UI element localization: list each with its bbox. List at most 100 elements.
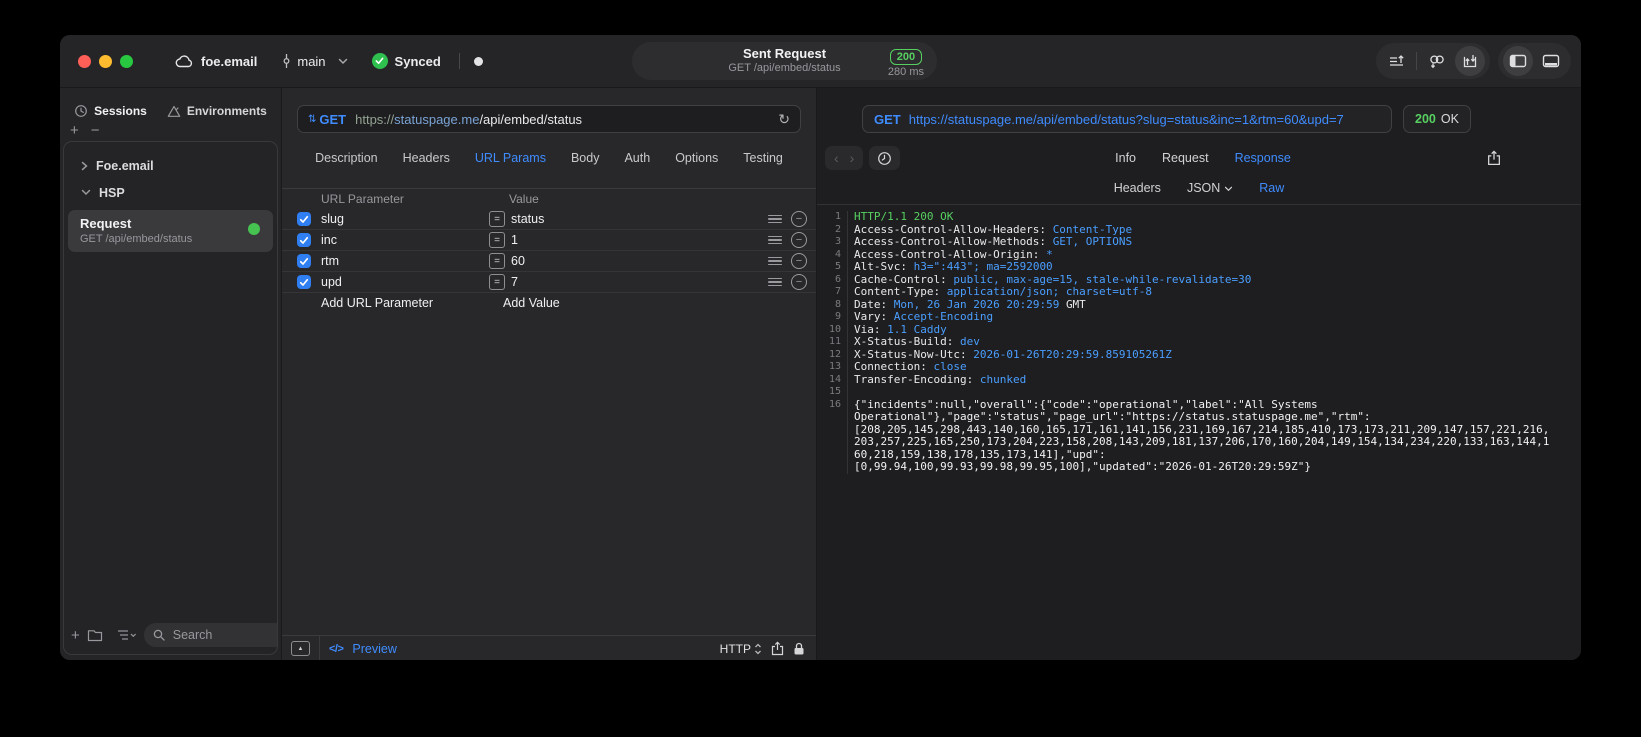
request-tab-headers[interactable]: Headers — [403, 151, 450, 167]
requests-list-icon — [1389, 54, 1404, 66]
sent-request-subtitle: GET /api/embed/status — [728, 62, 841, 75]
remove-row-icon[interactable]: − — [791, 274, 807, 290]
sent-url-box[interactable]: GET https://statuspage.me/api/embed/stat… — [862, 105, 1392, 133]
lock-button[interactable] — [793, 642, 805, 656]
sidebar: Sessions Environments + − Foe.email HSP … — [60, 88, 282, 660]
response-tab-info[interactable]: Info — [1115, 151, 1136, 165]
row-options-icon[interactable] — [768, 277, 782, 287]
tree-item-label: Foe.email — [96, 158, 154, 173]
response-tab-request[interactable]: Request — [1162, 151, 1209, 165]
sync-status[interactable]: Synced — [371, 53, 441, 69]
import-request-icon — [1463, 55, 1477, 68]
preview-button[interactable]: Preview — [352, 642, 396, 656]
param-checkbox-checked[interactable] — [297, 275, 311, 289]
param-checkbox-checked[interactable] — [297, 254, 311, 268]
add-session-button[interactable]: + — [70, 122, 79, 139]
url-host: statuspage.me — [394, 111, 480, 127]
titlebar-actions — [1376, 43, 1571, 79]
tab-environments[interactable]: Environments — [167, 101, 267, 121]
method-switcher-icon[interactable]: ⇅ — [308, 114, 316, 125]
up-down-chevron-icon — [755, 643, 761, 654]
param-name[interactable]: upd — [321, 275, 489, 289]
add-group-button[interactable] — [87, 629, 103, 642]
search-field[interactable] — [143, 623, 277, 647]
toggle-bottom-panel-button[interactable] — [1536, 46, 1566, 76]
protocol-selector[interactable]: HTTP — [720, 642, 762, 656]
share-request-button[interactable] — [771, 641, 784, 656]
param-checkbox-checked[interactable] — [297, 212, 311, 226]
remove-row-icon[interactable]: − — [791, 232, 807, 248]
response-subtab-headers[interactable]: Headers — [1114, 181, 1161, 195]
close-window-button[interactable] — [78, 54, 91, 68]
param-name[interactable]: inc — [321, 233, 489, 247]
search-input[interactable] — [170, 627, 277, 643]
sent-request-banner[interactable]: Sent Request GET /api/embed/status 200 2… — [632, 42, 937, 80]
response-body[interactable]: 1 HTTP/1.1 200 OK 2 Access-Control-Allow-He… — [817, 205, 1581, 660]
remove-row-icon[interactable]: − — [791, 211, 807, 227]
toggle-left-sidebar-button[interactable] — [1503, 46, 1533, 76]
line-number: 14 — [817, 373, 848, 386]
request-tab-bar: Description Headers URL Params Body Auth Opti… — [282, 151, 816, 167]
code-generate-button[interactable] — [1422, 46, 1452, 76]
share-icon — [771, 641, 784, 656]
equals-icon: = — [489, 253, 505, 269]
request-tab-options[interactable]: Options — [675, 151, 718, 167]
request-tab-testing[interactable]: Testing — [743, 151, 783, 167]
sort-order-button[interactable] — [117, 629, 137, 641]
header-name: Alt-Svc: — [854, 260, 914, 273]
param-value[interactable]: 60 — [511, 254, 768, 268]
zoom-window-button[interactable] — [120, 54, 133, 68]
request-tab-description[interactable]: Description — [315, 151, 378, 167]
add-param-placeholder[interactable]: Add URL Parameter — [321, 296, 503, 310]
param-name[interactable]: slug — [321, 212, 489, 226]
param-checkbox-checked[interactable] — [297, 233, 311, 247]
export-response-button[interactable] — [1487, 150, 1501, 166]
add-value-placeholder[interactable]: Add Value — [503, 296, 807, 310]
resend-request-icon[interactable]: ↻ — [778, 111, 790, 128]
header-value: Accept-Encoding — [893, 310, 994, 323]
url-scheme: https:// — [355, 111, 395, 127]
remove-row-icon[interactable]: − — [791, 253, 807, 269]
synced-check-icon — [371, 53, 388, 69]
sent-url[interactable]: https://statuspage.me/api/embed/status?s… — [909, 112, 1344, 127]
param-value[interactable]: 1 — [511, 233, 768, 247]
requests-list-button[interactable] — [1381, 46, 1411, 76]
request-tab-url-params[interactable]: URL Params — [475, 151, 546, 167]
row-options-icon[interactable] — [768, 256, 782, 266]
minimize-window-button[interactable] — [99, 54, 112, 68]
header-value: 2026-01-26T20:29:59.859105261Z — [973, 347, 1172, 361]
row-options-icon[interactable] — [768, 214, 782, 224]
tab-sessions[interactable]: Sessions — [74, 101, 147, 121]
record-dot-icon[interactable] — [473, 56, 483, 66]
tree-item-foe-email[interactable]: Foe.email — [64, 152, 277, 179]
remove-session-button[interactable]: − — [91, 122, 100, 139]
request-method[interactable]: GET — [319, 112, 346, 127]
request-tab-body[interactable]: Body — [571, 151, 600, 167]
sent-request-status: 200 280 ms — [888, 46, 924, 79]
param-value[interactable]: status — [511, 212, 768, 226]
add-param-row[interactable]: Add URL Parameter Add Value — [282, 292, 816, 313]
response-subtab-raw[interactable]: Raw — [1259, 181, 1284, 195]
code-generate-icon — [1430, 55, 1444, 69]
equals-icon: = — [489, 211, 505, 227]
response-tab-response[interactable]: Response — [1235, 151, 1291, 165]
header-value: public, max-age=15, stale-while-revalida… — [953, 272, 1252, 286]
project-selector[interactable]: foe.email — [175, 54, 257, 69]
row-options-icon[interactable] — [768, 235, 782, 245]
line-number: 15 — [817, 386, 848, 399]
request-list-item-selected[interactable]: Request GET /api/embed/status — [68, 210, 273, 252]
code-preview-icon: </> — [329, 642, 344, 655]
branch-selector[interactable]: main — [281, 53, 347, 69]
request-tab-auth[interactable]: Auth — [624, 151, 650, 167]
line-text: Vary: Accept-Encoding — [854, 310, 1566, 324]
request-url-bar[interactable]: ⇅ GET https://statuspage.me/api/embed/st… — [297, 105, 801, 133]
header-name: X-Status-Now-Utc: — [854, 347, 974, 361]
response-subtab-json[interactable]: JSON — [1187, 181, 1233, 195]
response-url-row: GET https://statuspage.me/api/embed/stat… — [862, 105, 1581, 133]
add-request-button[interactable]: + — [71, 627, 80, 644]
param-name[interactable]: rtm — [321, 254, 489, 268]
console-toggle-icon[interactable]: ▲ — [291, 641, 310, 656]
param-value[interactable]: 7 — [511, 275, 768, 289]
tree-item-hsp[interactable]: HSP — [64, 179, 277, 206]
import-request-button[interactable] — [1455, 46, 1485, 76]
